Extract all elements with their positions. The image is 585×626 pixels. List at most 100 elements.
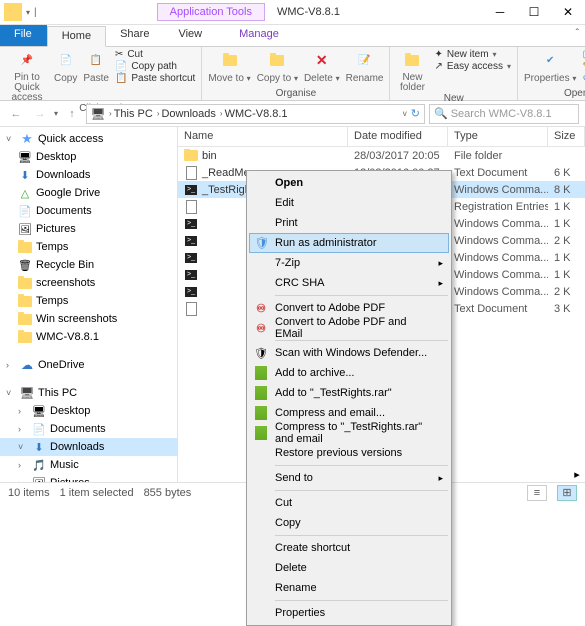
tree-downloads[interactable]: ⬇Downloads (0, 166, 177, 184)
ctx-convert-pdf[interactable]: ♾Convert to Adobe PDF (249, 298, 449, 318)
rar-icon (253, 405, 269, 421)
search-input[interactable]: 🔍 Search WMC-V8.8.1 (429, 104, 579, 124)
cmd-icon: >_ (184, 268, 198, 282)
address-bar: ← → ▾ ↑ 🖥 › This PC › Downloads › WMC-V8… (0, 101, 585, 127)
paste-shortcut-button[interactable]: 📋 Paste shortcut (115, 73, 195, 84)
breadcrumb[interactable]: 🖥 › This PC › Downloads › WMC-V8.8.1 v ↻ (86, 104, 425, 124)
cmd-icon: >_ (184, 217, 198, 231)
ctx-7zip[interactable]: 7-Zip▸ (249, 253, 449, 273)
copy-to-button[interactable]: Copy to ▾ (257, 49, 298, 84)
ctx-restore[interactable]: Restore previous versions (249, 443, 449, 463)
new-item-button[interactable]: ✦ New item ▾ (434, 49, 511, 60)
minimize-button[interactable]: ─ (483, 0, 517, 25)
pc-music[interactable]: ›🎵Music (0, 456, 177, 474)
move-to-button[interactable]: Move to ▾ (208, 49, 250, 84)
copy-button[interactable]: 📄Copy (54, 49, 77, 84)
file-icon (184, 200, 198, 214)
up-button[interactable]: ↑ (62, 104, 82, 124)
tree-temps2[interactable]: Temps (0, 292, 177, 310)
new-folder-button[interactable]: New folder (396, 49, 428, 93)
tab-manage[interactable]: Manage (225, 25, 294, 46)
cmd-icon: >_ (184, 183, 198, 197)
ctx-edit[interactable]: Edit (249, 193, 449, 213)
rar-icon (253, 385, 269, 401)
this-pc[interactable]: ˅🖥This PC (0, 384, 177, 402)
pc-downloads[interactable]: ˅⬇Downloads (0, 438, 177, 456)
back-button[interactable]: ← (6, 104, 26, 124)
window-title: WMC-V8.8.1 (277, 6, 340, 18)
ctx-compress-email[interactable]: Compress and email... (249, 403, 449, 423)
ctx-send-to[interactable]: Send to▸ (249, 468, 449, 488)
ctx-copy[interactable]: Copy (249, 513, 449, 533)
title-bar: ▾ | Application Tools WMC-V8.8.1 ─ ☐ ✕ (0, 0, 585, 25)
chevron-right-icon: ▸ (438, 258, 443, 269)
tab-share[interactable]: Share (106, 25, 164, 46)
ribbon-tabs: File Home Share View Manage ˆ (0, 25, 585, 47)
tree-screenshots[interactable]: screenshots (0, 274, 177, 292)
copy-path-button[interactable]: 📄 Copy path (115, 61, 195, 72)
tree-wmc[interactable]: WMC-V8.8.1 (0, 328, 177, 346)
easy-access-button[interactable]: ↗ Easy access ▾ (434, 61, 511, 72)
ctx-print[interactable]: Print (249, 213, 449, 233)
tree-recycle-bin[interactable]: 🗑Recycle Bin (0, 256, 177, 274)
pc-pictures[interactable]: ›🖼Pictures (0, 474, 177, 482)
history-dropdown-icon[interactable]: ▾ (54, 109, 58, 118)
tab-file[interactable]: File (0, 25, 47, 46)
tab-home[interactable]: Home (47, 26, 106, 47)
column-headers[interactable]: Name Date modified Type Size (178, 127, 585, 147)
col-size: Size (548, 127, 585, 146)
rename-button[interactable]: 📝Rename (346, 49, 384, 84)
ctx-compress-to[interactable]: Compress to "_TestRights.rar" and email (249, 423, 449, 443)
ctx-add-to-rar[interactable]: Add to "_TestRights.rar" (249, 383, 449, 403)
ctx-convert-pdf-email[interactable]: ♾Convert to Adobe PDF and EMail (249, 318, 449, 338)
ctx-delete[interactable]: Delete (249, 558, 449, 578)
ctx-open[interactable]: Open (249, 173, 449, 193)
tree-desktop[interactable]: 🖥Desktop (0, 148, 177, 166)
icons-view-button[interactable]: ⊞ (557, 485, 577, 501)
tab-view[interactable]: View (164, 25, 217, 46)
horizontal-scroll-icon[interactable]: ▸ (571, 468, 583, 480)
pc-desktop[interactable]: ›🖥Desktop (0, 402, 177, 420)
chevron-right-icon: ▸ (438, 473, 443, 484)
file-row[interactable]: bin28/03/2017 20:05File folder (178, 147, 585, 164)
properties-button[interactable]: ✔Properties ▾ (524, 49, 576, 84)
rar-icon (253, 425, 269, 441)
ctx-run-as-admin[interactable]: 🛡Run as administrator (249, 233, 449, 253)
ribbon-collapse-icon[interactable]: ˆ (570, 25, 585, 46)
rar-icon (253, 365, 269, 381)
cut-button[interactable]: ✂ Cut (115, 49, 195, 60)
context-menu: Open Edit Print 🛡Run as administrator 7-… (246, 170, 452, 626)
ctx-crc-sha[interactable]: CRC SHA▸ (249, 273, 449, 293)
ctx-properties[interactable]: Properties (249, 603, 449, 623)
tree-win-screenshots[interactable]: Win screenshots (0, 310, 177, 328)
paste-button[interactable]: 📋Paste (83, 49, 109, 84)
maximize-button[interactable]: ☐ (517, 0, 551, 25)
delete-button[interactable]: ✕Delete ▾ (304, 49, 340, 84)
ctx-shortcut[interactable]: Create shortcut (249, 538, 449, 558)
ribbon: 📌Pin to Quick access 📄Copy 📋Paste ✂ Cut … (0, 47, 585, 101)
organise-group-label: Organise (272, 88, 321, 100)
quick-access[interactable]: ˅★Quick access (0, 130, 177, 148)
ctx-add-archive[interactable]: Add to archive... (249, 363, 449, 383)
col-name: Name (178, 127, 348, 146)
tree-documents[interactable]: 📄Documents (0, 202, 177, 220)
pc-documents[interactable]: ›📄Documents (0, 420, 177, 438)
ctx-cut[interactable]: Cut (249, 493, 449, 513)
item-count: 10 items (8, 487, 50, 499)
ctx-rename[interactable]: Rename (249, 578, 449, 598)
file-icon (184, 166, 198, 180)
app-icon (4, 3, 22, 21)
tree-temps[interactable]: Temps (0, 238, 177, 256)
close-button[interactable]: ✕ (551, 0, 585, 25)
ctx-defender[interactable]: 🛡Scan with Windows Defender... (249, 343, 449, 363)
forward-button[interactable]: → (30, 104, 50, 124)
details-view-button[interactable]: ≡ (527, 485, 547, 501)
tree-google-drive[interactable]: △Google Drive (0, 184, 177, 202)
onedrive[interactable]: ›☁OneDrive (0, 356, 177, 374)
pin-quick-access-button[interactable]: 📌Pin to Quick access (6, 49, 48, 103)
refresh-icon[interactable]: ↻ (411, 107, 420, 120)
breadcrumb-dropdown-icon[interactable]: v (403, 109, 407, 118)
col-type: Type (448, 127, 548, 146)
application-tools-tab[interactable]: Application Tools (157, 3, 265, 21)
tree-pictures[interactable]: 🖼Pictures (0, 220, 177, 238)
